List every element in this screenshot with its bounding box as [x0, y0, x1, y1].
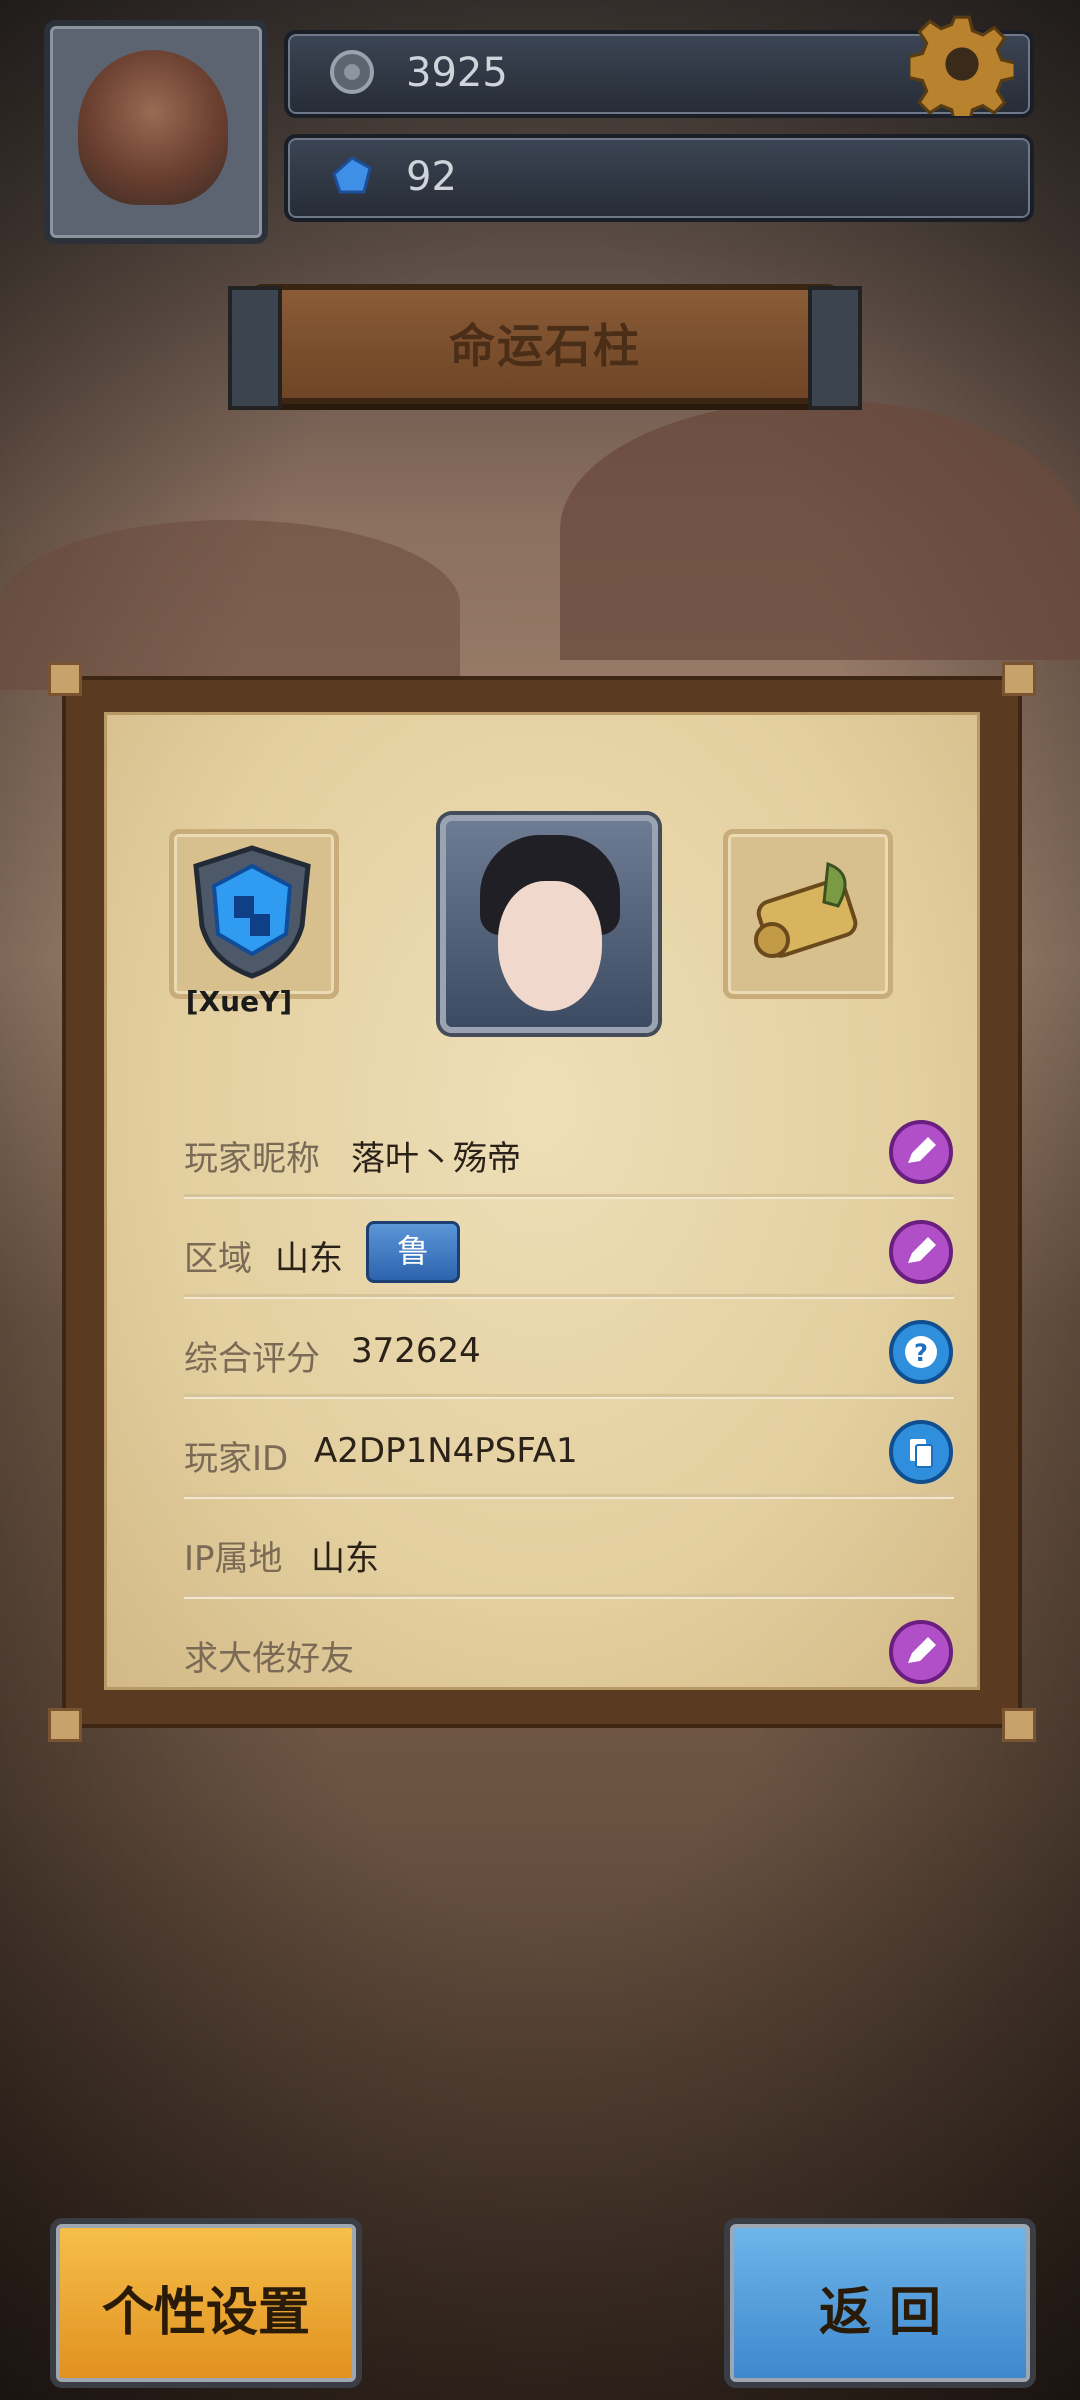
svg-text:?: ? [914, 1339, 928, 1367]
copy-icon[interactable] [888, 1419, 954, 1485]
scroll-quill-icon [754, 861, 858, 958]
region-tag: 鲁 [366, 1221, 460, 1283]
avatar-image [78, 50, 228, 205]
player-avatar-button[interactable] [44, 20, 268, 244]
guild-shield-icon [193, 845, 311, 979]
player-id-value: A2DP1N4PSFA1 [314, 1431, 578, 1471]
signature-label: 求大佬好友 [184, 1639, 354, 1679]
ip-location-value: 山东 [311, 1539, 379, 1579]
blue-gem-icon [332, 156, 372, 194]
gem-counter: 92 [284, 134, 1034, 222]
background-mountain [560, 400, 1080, 660]
row-nickname: 玩家昵称 落叶丶殇帝 [184, 1099, 954, 1199]
profile-panel: [XueY] 玩家昵称 落叶丶殇帝 区域 山东 鲁 综合评分 372624 ? … [48, 662, 1036, 1742]
silver-coin-icon [330, 50, 374, 94]
row-signature: 求大佬好友 [184, 1599, 954, 1699]
help-icon[interactable]: ? [888, 1319, 954, 1385]
panel-corner [48, 1708, 82, 1742]
region-label: 区域 [184, 1239, 252, 1279]
nickname-value: 落叶丶殇帝 [351, 1139, 521, 1179]
guild-badge-slot[interactable] [169, 829, 339, 999]
panel-corner [48, 662, 82, 696]
player-id-label: 玩家ID [184, 1439, 289, 1479]
row-score: 综合评分 372624 ? [184, 1299, 954, 1399]
parchment: [XueY] 玩家昵称 落叶丶殇帝 区域 山东 鲁 综合评分 372624 ? … [104, 712, 980, 1690]
ip-location-label: IP属地 [184, 1539, 283, 1579]
edit-nickname-icon[interactable] [888, 1119, 954, 1185]
personal-settings-button[interactable]: 个性设置 [50, 2218, 362, 2388]
page-title: 命运石柱 [449, 319, 641, 373]
region-value: 山东 [275, 1239, 343, 1279]
personal-settings-label: 个性设置 [101, 2283, 310, 2343]
score-label: 综合评分 [184, 1339, 320, 1379]
score-value: 372624 [351, 1331, 481, 1371]
panel-corner [1002, 1708, 1036, 1742]
nickname-label: 玩家昵称 [184, 1139, 320, 1179]
back-button[interactable]: 返 回 [724, 2218, 1036, 2388]
guild-tag: [XueY] [185, 985, 293, 1018]
scroll-slot[interactable] [723, 829, 893, 999]
edit-region-icon[interactable] [888, 1219, 954, 1285]
character-portrait[interactable] [440, 815, 658, 1033]
back-label: 返 回 [818, 2283, 942, 2343]
silver-coin-value: 3925 [406, 50, 508, 96]
gear-icon[interactable] [910, 12, 1014, 116]
portrait-face [498, 881, 602, 1011]
row-region: 区域 山东 鲁 [184, 1199, 954, 1299]
row-player-id: 玩家ID A2DP1N4PSFA1 [184, 1399, 954, 1499]
panel-corner [1002, 662, 1036, 696]
row-ip-location: IP属地 山东 [184, 1499, 954, 1599]
edit-signature-icon[interactable] [888, 1619, 954, 1685]
gem-value: 92 [406, 154, 457, 200]
title-plaque: 命运石柱 [228, 284, 862, 410]
